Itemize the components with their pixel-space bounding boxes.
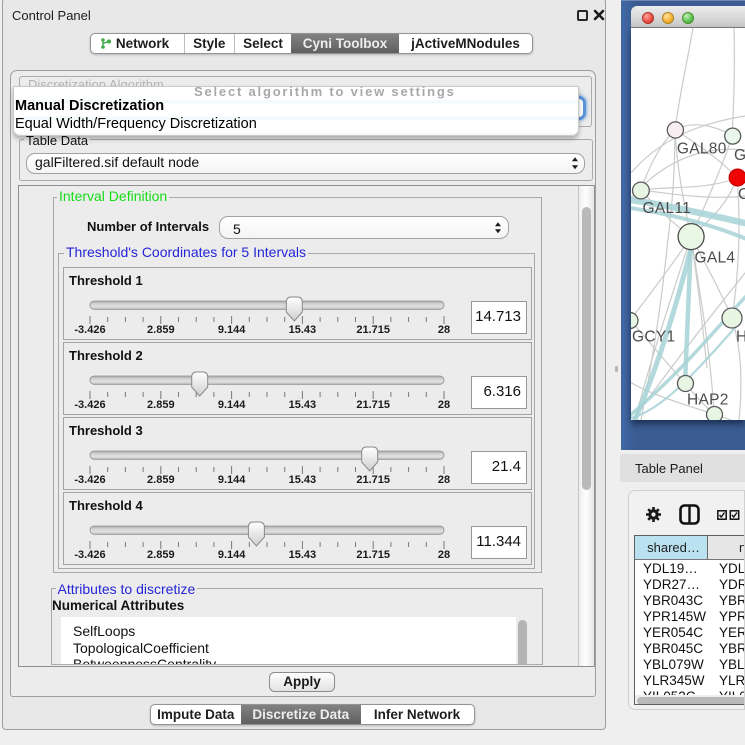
svg-text:H: H [736, 329, 745, 346]
svg-text:GAL80: GAL80 [677, 141, 727, 158]
svg-text:GCY1: GCY1 [632, 329, 675, 346]
svg-text:HAP2: HAP2 [687, 392, 729, 409]
svg-text:G.: G. [734, 147, 745, 164]
svg-text:C: C [738, 186, 745, 203]
svg-text:GAL11: GAL11 [643, 200, 692, 217]
svg-text:GAL4: GAL4 [695, 250, 736, 267]
